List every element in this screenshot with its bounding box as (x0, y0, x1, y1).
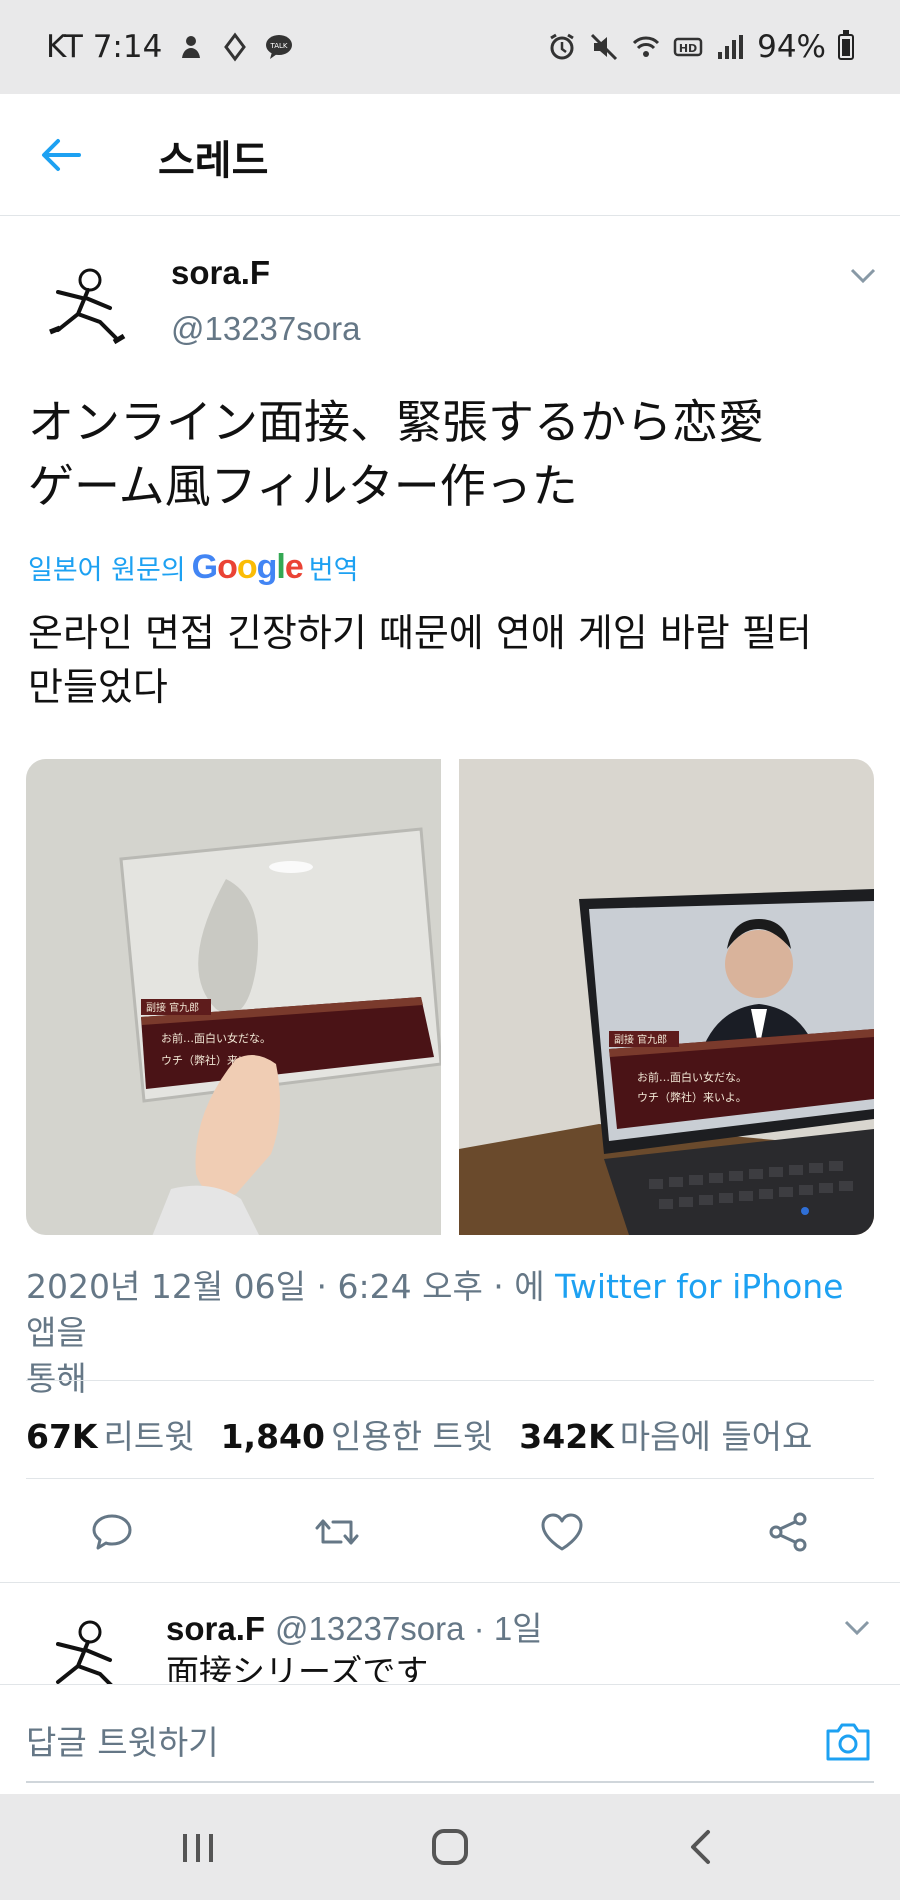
comment-icon (92, 1514, 132, 1550)
tweet-menu-button[interactable] (846, 262, 880, 288)
heart-icon (541, 1513, 583, 1551)
reply-handle-time: @13237sora · 1일 (275, 1610, 543, 1647)
translated-text-line: 온라인 면접 긴장하기 때문에 연애 게임 바람 필터 (28, 611, 812, 655)
carrier-time: KT 7:14 (46, 29, 163, 65)
likes-count: 342K (519, 1417, 614, 1456)
media-photo-filter-in-hand[interactable]: 副接 官九郎 お前…面白い女だな。 ウチ（弊社）来いよ。 (26, 759, 441, 1235)
author-handle[interactable]: @13237sora (171, 310, 360, 348)
svg-text:TALK: TALK (270, 42, 288, 50)
battery-percent: 94% (757, 29, 826, 65)
camera-icon (826, 1723, 870, 1761)
battery-icon (838, 30, 854, 60)
divider (26, 1478, 874, 1479)
hd-voice-icon: HD (673, 32, 703, 62)
reply-menu-button[interactable] (840, 1614, 874, 1640)
like-button[interactable] (538, 1508, 586, 1556)
tweet-text-line: ゲーム風フィルター作った (28, 459, 578, 513)
retweets-count: 67K (26, 1417, 98, 1456)
retweets-stat[interactable]: 67K 리트윗 (26, 1410, 195, 1458)
meta-line2: 통해 (26, 1359, 87, 1398)
media-caption-line: お前…面白い女だな。 (637, 1070, 747, 1084)
tweet-meta: 2020년 12월 06일 · 6:24 오후 · 에 Twitter for … (26, 1264, 876, 1402)
thread-header: 스레드 (0, 94, 900, 216)
reply-author-avatar[interactable] (28, 1610, 140, 1690)
author-avatar[interactable] (28, 252, 140, 364)
quotes-count: 1,840 (220, 1417, 325, 1456)
reply-author-name[interactable]: sora.F (166, 1610, 265, 1647)
author-name[interactable]: sora.F (171, 254, 270, 292)
media-photo-filter-on-laptop[interactable]: 副接 官九郎 お前…面白い女だな。 ウチ（弊社）来いよ。 (459, 759, 874, 1235)
translated-text: 온라인 면접 긴장하기 때문에 연애 게임 바람 필터 만들었다 (28, 606, 888, 714)
system-nav-bar (0, 1794, 900, 1900)
meta-suffix: 앱을 (26, 1313, 87, 1352)
system-back-button[interactable] (676, 1824, 726, 1870)
divider (0, 1582, 900, 1583)
signal-icon (715, 32, 745, 62)
recent-apps-button[interactable] (173, 1824, 223, 1870)
reply-button[interactable] (88, 1508, 136, 1556)
translate-suffix: 번역 (308, 555, 359, 586)
chevron-down-icon (844, 1620, 870, 1636)
status-bar: KT 7:14 TALK HD 94% (0, 0, 900, 94)
notification-app-icon (220, 32, 250, 62)
media-caption-line: お前…面白い女だな。 (161, 1031, 271, 1045)
media-caption-name: 副接 官九郎 (146, 1001, 199, 1014)
retweet-icon (315, 1519, 359, 1545)
chevron-left-icon (691, 1830, 710, 1864)
translated-text-line: 만들었다 (28, 665, 168, 709)
quotes-label: 인용한 트윗 (330, 1417, 494, 1456)
home-button[interactable] (425, 1824, 475, 1870)
tweet-text-line: オンライン面接、緊張するから恋愛 (28, 395, 764, 449)
reply-header: sora.F @13237sora · 1일 (166, 1602, 543, 1650)
translate-prefix: 일본어 원문의 (28, 555, 186, 586)
divider (26, 1380, 874, 1381)
back-button[interactable] (38, 132, 84, 178)
share-button[interactable] (764, 1508, 812, 1556)
likes-label: 마음에 들어요 (619, 1417, 813, 1456)
tweet-stats: 67K 리트윗 1,840 인용한 트윗 342K 마음에 들어요 (26, 1410, 838, 1458)
tweet-text: オンライン面接、緊張するから恋愛 ゲーム風フィルター作った (28, 390, 888, 518)
retweet-button[interactable] (313, 1508, 361, 1556)
reply-text[interactable]: 面接シリーズです (166, 1652, 428, 1682)
media-caption-name: 副接 官九郎 (614, 1033, 667, 1046)
mute-icon (589, 32, 619, 62)
input-underline (26, 1781, 874, 1783)
recent-apps-icon (183, 1834, 213, 1862)
arrow-left-icon (42, 139, 81, 171)
tweet-media: 副接 官九郎 お前…面白い女だな。 ウチ（弊社）来いよ。 副接 官九郎 お前…面… (26, 759, 874, 1235)
source-link[interactable]: Twitter for iPhone (555, 1267, 843, 1306)
reply-compose-bar: 답글 트윗하기 (0, 1684, 900, 1794)
tweet-actions (0, 1490, 900, 1570)
chevron-down-icon (850, 268, 876, 284)
notification-person-icon (176, 32, 206, 62)
likes-stat[interactable]: 342K 마음에 들어요 (519, 1410, 812, 1458)
page-title: 스레드 (158, 138, 269, 184)
alarm-icon (547, 32, 577, 62)
camera-button[interactable] (824, 1719, 872, 1763)
svg-text:HD: HD (679, 42, 697, 55)
home-icon (432, 1829, 468, 1865)
reply-input[interactable]: 답글 트윗하기 (26, 1715, 806, 1765)
quotes-stat[interactable]: 1,840 인용한 트윗 (221, 1410, 494, 1458)
kakaotalk-icon: TALK (264, 32, 294, 62)
retweets-label: 리트윗 (103, 1417, 195, 1456)
tweet-date: 2020년 12월 06일 · 6:24 오후 · 에 (26, 1267, 556, 1306)
share-icon (769, 1512, 807, 1552)
translate-link[interactable]: 일본어 원문의 Google 번역 (28, 548, 358, 587)
media-caption-line: ウチ（弊社）来いよ。 (637, 1090, 747, 1104)
google-logo: Google (191, 548, 304, 586)
wifi-icon (631, 32, 661, 62)
